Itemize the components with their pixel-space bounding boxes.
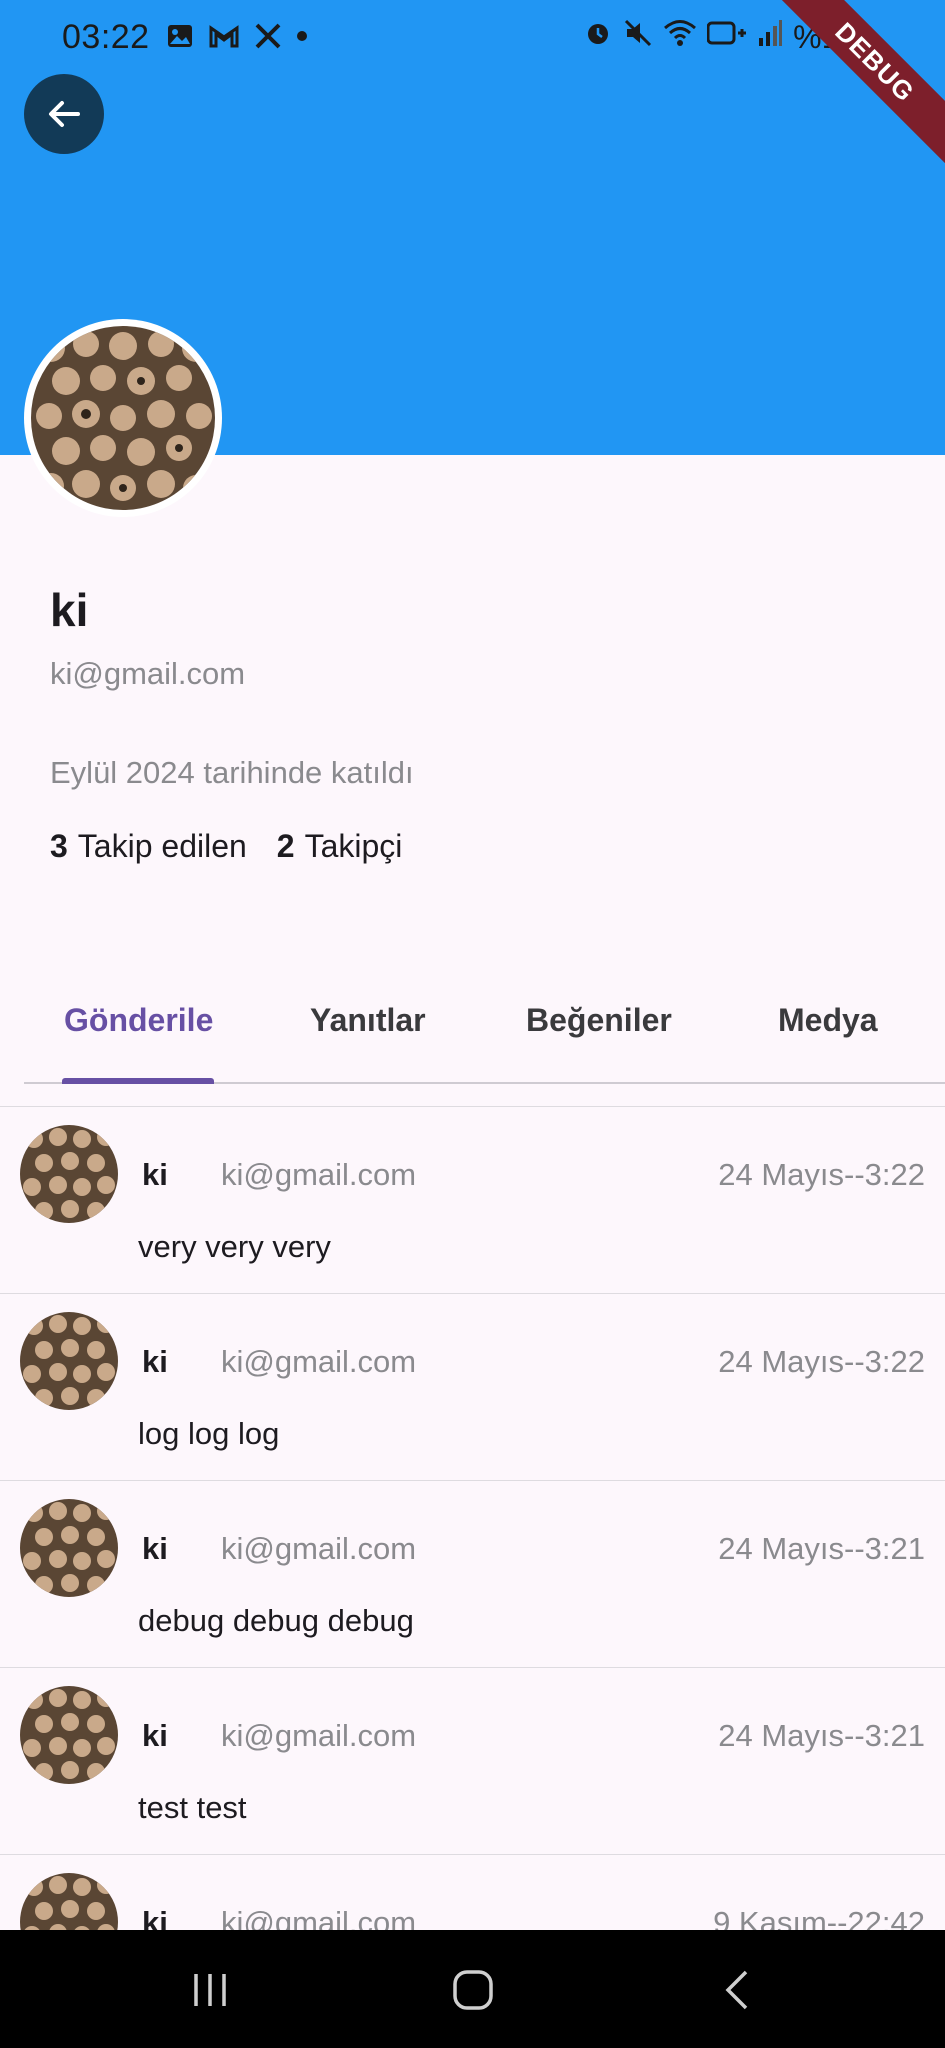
post-author-name: ki xyxy=(142,1344,168,1379)
followers-label: Takipçi xyxy=(304,828,403,864)
follow-stats: 3 Takip edilen 2 Takipçi xyxy=(50,828,402,865)
back-nav-button[interactable] xyxy=(708,1960,768,2020)
following-link[interactable]: 3 Takip edilen xyxy=(50,828,247,865)
followers-link[interactable]: 2 Takipçi xyxy=(277,828,403,865)
post-author-email: ki@gmail.com xyxy=(221,1157,417,1192)
signal-icon xyxy=(757,18,783,56)
arrow-left-icon xyxy=(49,101,80,127)
post-avatar[interactable] xyxy=(20,1125,118,1223)
post-list: ki ki@gmail.com 24 Mayıs--3:22 very very… xyxy=(0,1106,945,2041)
status-bar: 03:22 %100 DEBUG xyxy=(0,0,945,170)
post-date: 24 Mayıs--3:22 xyxy=(718,1344,925,1379)
tab-likes[interactable]: Beğeniler xyxy=(526,1002,672,1039)
post-avatar[interactable] xyxy=(20,1312,118,1410)
post-avatar[interactable] xyxy=(20,1499,118,1597)
profile-avatar[interactable] xyxy=(24,319,222,517)
status-time: 03:22 xyxy=(62,18,150,56)
post-text: test test xyxy=(138,1790,247,1825)
alarm-icon xyxy=(583,18,613,56)
post-author-email: ki@gmail.com xyxy=(221,1344,417,1379)
post-date: 24 Mayıs--3:21 xyxy=(718,1531,925,1566)
post-item[interactable]: ki ki@gmail.com 24 Mayıs--3:21 test test xyxy=(0,1667,945,1854)
post-item[interactable]: ki ki@gmail.com 24 Mayıs--3:22 very very… xyxy=(0,1106,945,1293)
notification-dot-icon xyxy=(296,22,308,56)
home-button[interactable] xyxy=(443,1960,503,2020)
post-text: log log log xyxy=(138,1416,280,1451)
post-author-name: ki xyxy=(142,1531,168,1566)
system-nav-bar xyxy=(0,1930,945,2048)
profile-name: ki xyxy=(50,584,89,636)
post-author-email: ki@gmail.com xyxy=(221,1718,417,1753)
tab-indicator xyxy=(62,1078,214,1084)
following-label: Takip edilen xyxy=(77,828,247,864)
followers-count: 2 xyxy=(276,828,295,864)
profile-tabs: Gönderile Yanıtlar Beğeniler Medya xyxy=(24,990,945,1084)
post-item[interactable]: ki ki@gmail.com 24 Mayıs--3:22 log log l… xyxy=(0,1293,945,1480)
gallery-icon xyxy=(166,22,194,56)
tab-media[interactable]: Medya xyxy=(778,1002,878,1039)
post-text: debug debug debug xyxy=(138,1603,414,1638)
tab-replies[interactable]: Yanıtlar xyxy=(310,1002,426,1039)
post-date: 24 Mayıs--3:22 xyxy=(718,1157,925,1192)
post-text: very very very xyxy=(138,1229,331,1264)
recent-apps-icon xyxy=(194,1974,226,2006)
x-icon xyxy=(254,22,282,56)
gmail-icon xyxy=(208,22,240,56)
mute-icon xyxy=(623,18,653,56)
post-author-email: ki@gmail.com xyxy=(221,1531,417,1566)
hd-icon xyxy=(706,18,747,56)
joined-date: Eylül 2024 tarihinde katıldı xyxy=(50,755,414,790)
post-avatar[interactable] xyxy=(20,1686,118,1784)
recent-apps-button[interactable] xyxy=(180,1960,240,2020)
following-count: 3 xyxy=(50,828,68,864)
post-item[interactable]: ki ki@gmail.com 24 Mayıs--3:21 debug deb… xyxy=(0,1480,945,1667)
wifi-icon xyxy=(663,18,697,56)
post-date: 24 Mayıs--3:21 xyxy=(718,1718,925,1753)
post-author-name: ki xyxy=(142,1157,168,1192)
chevron-left-icon xyxy=(725,1970,748,2010)
home-icon xyxy=(453,1970,493,2010)
tab-posts[interactable]: Gönderile xyxy=(64,1002,213,1039)
profile-email: ki@gmail.com xyxy=(50,656,246,691)
post-author-name: ki xyxy=(142,1718,168,1753)
back-button[interactable] xyxy=(24,74,104,154)
